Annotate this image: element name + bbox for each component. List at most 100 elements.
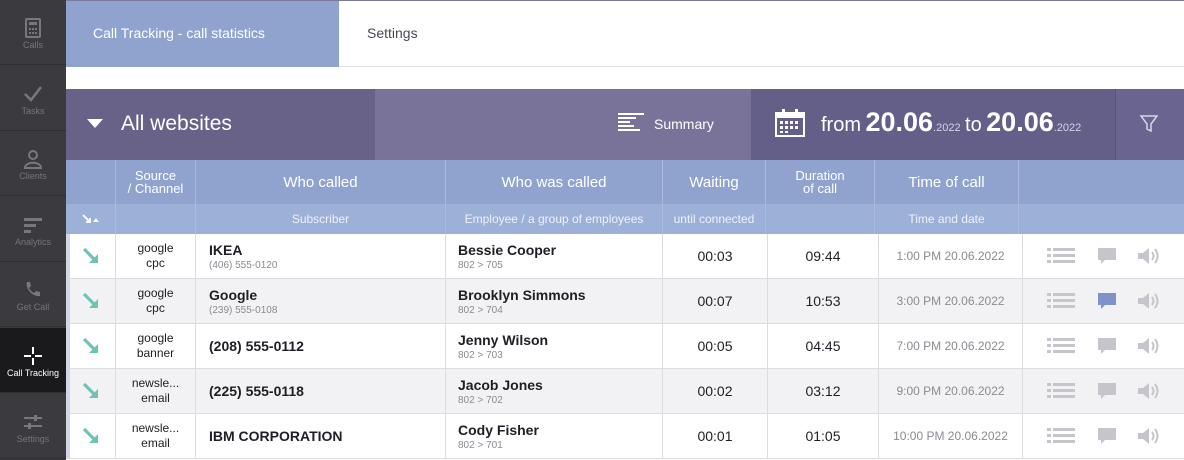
speaker-icon[interactable] (1136, 426, 1162, 446)
row-marker (66, 324, 70, 368)
sliders-icon (24, 415, 42, 429)
sidebar-item-get-call[interactable]: Get Call (0, 262, 66, 327)
channel-name: email (141, 436, 170, 450)
comment-icon[interactable] (1097, 382, 1117, 400)
caret-down-icon (87, 119, 103, 128)
source-cell: google cpc (116, 234, 196, 278)
speaker-icon[interactable] (1136, 291, 1162, 311)
list-icon[interactable] (1047, 382, 1075, 400)
speaker-icon[interactable] (1136, 381, 1162, 401)
incoming-call-icon (82, 337, 98, 353)
website-selector[interactable]: All websites (66, 89, 375, 160)
caller-cell: IBM CORPORATION (196, 414, 446, 458)
list-icon[interactable] (1047, 247, 1075, 265)
comment-icon[interactable] (1097, 337, 1117, 355)
table-row[interactable]: google banner (208) 555-0112 Jenny Wilson 80… (66, 324, 1184, 369)
employee-name[interactable]: Jacob Jones (458, 377, 662, 393)
employee-name[interactable]: Cody Fisher (458, 422, 662, 438)
source-name: google (137, 286, 174, 300)
header-source[interactable]: Source / Channel (116, 160, 196, 204)
sort-direction-control[interactable] (66, 204, 116, 234)
summary-label: Summary (654, 116, 714, 132)
caller-cell: (225) 555-0118 (196, 369, 446, 413)
incoming-call-icon (82, 427, 98, 443)
channel-name: banner (136, 346, 175, 360)
list-icon[interactable] (1047, 292, 1075, 310)
waiting-cell: 00:01 (663, 414, 768, 458)
time-cell: 10:00 PM 20.06.2022 (879, 414, 1023, 458)
sidebar-item-settings[interactable]: Settings (0, 394, 66, 459)
duration-cell: 01:05 (768, 414, 879, 458)
caller-name[interactable]: (225) 555-0118 (209, 383, 445, 399)
call-route: 802 > 705 (458, 259, 503, 271)
header-who-was-called[interactable]: Who was called (446, 160, 663, 204)
list-icon[interactable] (1047, 337, 1075, 355)
header-duration-line2: of call (803, 181, 837, 196)
crosshair-icon (24, 347, 42, 365)
summary-button[interactable]: Summary (375, 89, 751, 160)
source-name: google (137, 241, 174, 255)
employee-name[interactable]: Jenny Wilson (458, 332, 662, 348)
direction-cell (66, 369, 116, 413)
sidebar-item-analytics[interactable]: Analytics (0, 197, 66, 262)
speaker-icon[interactable] (1136, 336, 1162, 356)
sidebar-item-label: Get Call (16, 302, 50, 312)
caller-name[interactable]: Google (209, 287, 445, 303)
actions-cell (1023, 369, 1184, 413)
employee-name[interactable]: Bessie Cooper (458, 242, 662, 258)
incoming-call-icon (82, 292, 98, 308)
header-who-called[interactable]: Who called (196, 160, 446, 204)
sidebar-item-call-tracking[interactable]: Call Tracking (0, 328, 66, 393)
direction-cell (66, 279, 116, 323)
website-selector-label: All websites (121, 112, 232, 135)
sidebar-item-calls[interactable]: Calls (0, 0, 66, 65)
date-range-text: from 20.06.2022 to 20.06.2022 (821, 107, 1081, 138)
header-actions (1019, 160, 1184, 204)
sidebar-item-clients[interactable]: Clients (0, 131, 66, 196)
table-row[interactable]: google cpc Google (239) 555-0108 Brooklyn Si… (66, 279, 1184, 324)
source-cell: google banner (116, 324, 196, 368)
caller-name[interactable]: (208) 555-0112 (209, 338, 445, 354)
waiting-cell: 00:03 (663, 234, 768, 278)
calendar-icon (775, 109, 805, 137)
header-duration[interactable]: Duration of call (766, 160, 875, 204)
caller-cell: (208) 555-0112 (196, 324, 446, 368)
caller-name[interactable]: IBM CORPORATION (209, 428, 445, 444)
sidebar: Calls Tasks Clients Analytics Get Call C… (0, 0, 66, 460)
source-name: newsle... (131, 421, 180, 435)
source-name: newsle... (131, 376, 180, 390)
app-root: Calls Tasks Clients Analytics Get Call C… (0, 0, 1184, 460)
comment-icon[interactable] (1097, 247, 1117, 265)
comment-icon[interactable] (1097, 427, 1117, 445)
tab-settings[interactable]: Settings (367, 0, 418, 67)
sidebar-item-label: Tasks (21, 106, 45, 116)
caller-name[interactable]: IKEA (209, 242, 445, 258)
tab-call-statistics[interactable]: Call Tracking - call statistics (66, 0, 339, 67)
calculator-icon (25, 18, 41, 38)
table-row[interactable]: newsle... email (225) 555-0118 Jacob Jones 8… (66, 369, 1184, 414)
employee-cell: Jacob Jones 802 > 702 (446, 369, 663, 413)
call-route: 802 > 702 (458, 394, 503, 406)
sidebar-item-tasks[interactable]: Tasks (0, 66, 66, 131)
filter-button[interactable] (1115, 89, 1184, 160)
header-time-of-call[interactable]: Time of call (875, 160, 1019, 204)
table-row[interactable]: google cpc IKEA (406) 555-0120 Bessie Cooper… (66, 234, 1184, 279)
employee-cell: Brooklyn Simmons 802 > 704 (446, 279, 663, 323)
direction-cell (66, 414, 116, 458)
list-icon[interactable] (1047, 427, 1075, 445)
comment-icon[interactable] (1097, 292, 1117, 310)
sort-icon (81, 214, 99, 223)
subheader-source (116, 204, 196, 234)
table-row[interactable]: newsle... email IBM CORPORATION Cody Fisher… (66, 414, 1184, 459)
speaker-icon[interactable] (1136, 246, 1162, 266)
subheader-time: Time and date (875, 204, 1019, 234)
source-cell: google cpc (116, 279, 196, 323)
date-range-picker[interactable]: from 20.06.2022 to 20.06.2022 (751, 89, 1115, 160)
caller-phone: (406) 555-0120 (209, 259, 278, 271)
caller-cell: Google (239) 555-0108 (196, 279, 446, 323)
source-cell: newsle... email (116, 414, 196, 458)
employee-name[interactable]: Brooklyn Simmons (458, 287, 662, 303)
header-direction (66, 160, 116, 204)
header-waiting[interactable]: Waiting (663, 160, 766, 204)
subheader-actions (1019, 204, 1184, 234)
